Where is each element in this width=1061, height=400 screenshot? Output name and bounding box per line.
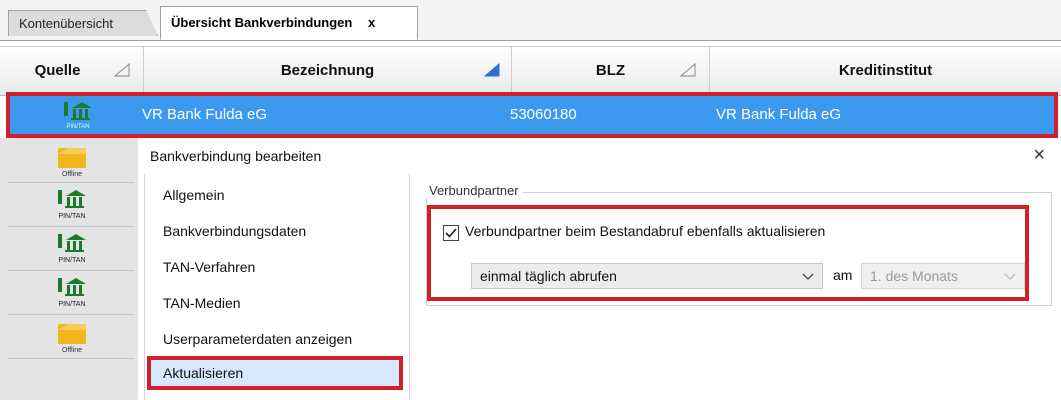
column-header-quelle[interactable]: Quelle [0, 47, 144, 95]
chevron-down-icon [802, 273, 814, 280]
cell-kreditinstitut: VR Bank Fulda eG [716, 106, 842, 123]
grid-header: Quelle Bezeichnung BLZ Kreditinstitut [0, 46, 1061, 96]
selected-bank-row[interactable]: PIN/TAN VR Bank Fulda eG 53060180 VR Ban… [6, 92, 1058, 138]
edit-bank-connection-dialog: Bankverbindung bearbeiten × Allgemein Ba… [138, 138, 1061, 400]
day-value: 1. des Monats [870, 268, 958, 284]
source-cell-offline[interactable]: Offline [8, 314, 134, 359]
hbci-pintan-icon: PIN/TAN [62, 100, 94, 130]
dialog-nav: Allgemein Bankverbindungsdaten TAN-Verfa… [144, 174, 410, 400]
cell-bezeichnung: VR Bank Fulda eG [142, 106, 268, 123]
tab-label: Übersicht Bankverbindungen [171, 15, 353, 30]
source-cell-hbci[interactable]: PIN/TAN [8, 226, 134, 271]
column-header-kreditinstitut[interactable]: Kreditinstitut [710, 47, 1061, 95]
source-cell-hbci[interactable]: PIN/TAN [8, 182, 134, 227]
hbci-pintan-icon: PIN/TAN [58, 278, 86, 308]
dialog-title: Bankverbindung bearbeiten [150, 148, 322, 164]
nav-item-aktualisieren[interactable]: Aktualisieren [147, 356, 403, 390]
nav-item-tan-medien[interactable]: TAN-Medien [147, 286, 403, 320]
offline-icon: Offline [58, 148, 86, 178]
nav-item-allgemein[interactable]: Allgemein [147, 178, 403, 212]
tab-close-icon[interactable]: x [368, 15, 375, 30]
sort-icon[interactable] [680, 63, 696, 77]
interval-select[interactable]: einmal täglich abrufen [471, 263, 823, 289]
update-partner-checkbox[interactable] [443, 225, 459, 241]
nav-item-tan-verfahren[interactable]: TAN-Verfahren [147, 250, 403, 284]
nav-item-userparameterdaten[interactable]: Userparameterdaten anzeigen [147, 322, 403, 356]
tab-label: Kontenübersicht [19, 16, 113, 31]
tab-strip: Kontenübersicht Übersicht Bankverbindung… [0, 0, 1061, 41]
tab-kontenuebersicht[interactable]: Kontenübersicht [8, 10, 158, 36]
source-icon-column: Offline PIN/TAN PIN/TAN PIN/TAN Offline [0, 138, 139, 400]
chevron-down-icon [1004, 273, 1016, 280]
tab-uebersicht-bankverbindungen[interactable]: Übersicht Bankverbindungen x [160, 6, 418, 40]
hbci-pintan-icon: PIN/TAN [58, 234, 86, 264]
svg-text:PIN/TAN: PIN/TAN [58, 257, 85, 264]
sort-desc-icon[interactable] [484, 63, 500, 77]
checkbox-label: Verbundpartner beim Bestandabruf ebenfal… [465, 223, 826, 239]
interval-value: einmal täglich abrufen [480, 268, 617, 284]
source-cell-offline[interactable]: Offline [8, 138, 134, 183]
hbci-pintan-icon: PIN/TAN [58, 190, 86, 220]
close-icon[interactable]: × [1033, 144, 1045, 167]
svg-text:PIN/TAN: PIN/TAN [66, 124, 89, 130]
cell-blz: 53060180 [510, 106, 577, 123]
svg-text:PIN/TAN: PIN/TAN [58, 213, 85, 220]
svg-text:Offline: Offline [62, 347, 82, 354]
verbundpartner-group: Verbundpartner Verbundpartner beim Besta… [425, 183, 1052, 306]
svg-text:PIN/TAN: PIN/TAN [58, 301, 85, 308]
sort-icon[interactable] [114, 63, 130, 77]
offline-icon: Offline [58, 324, 86, 354]
check-icon [445, 228, 457, 238]
group-title: Verbundpartner [425, 183, 523, 198]
nav-item-bankverbindungsdaten[interactable]: Bankverbindungsdaten [147, 214, 403, 248]
day-select[interactable]: 1. des Monats [861, 263, 1025, 289]
am-label: am [833, 267, 853, 283]
source-cell-hbci[interactable]: PIN/TAN [8, 270, 134, 315]
column-header-blz[interactable]: BLZ [512, 47, 710, 95]
highlight-box: Verbundpartner beim Bestandabruf ebenfal… [427, 205, 1029, 301]
svg-text:Offline: Offline [62, 171, 82, 178]
column-header-bezeichnung[interactable]: Bezeichnung [144, 47, 512, 95]
